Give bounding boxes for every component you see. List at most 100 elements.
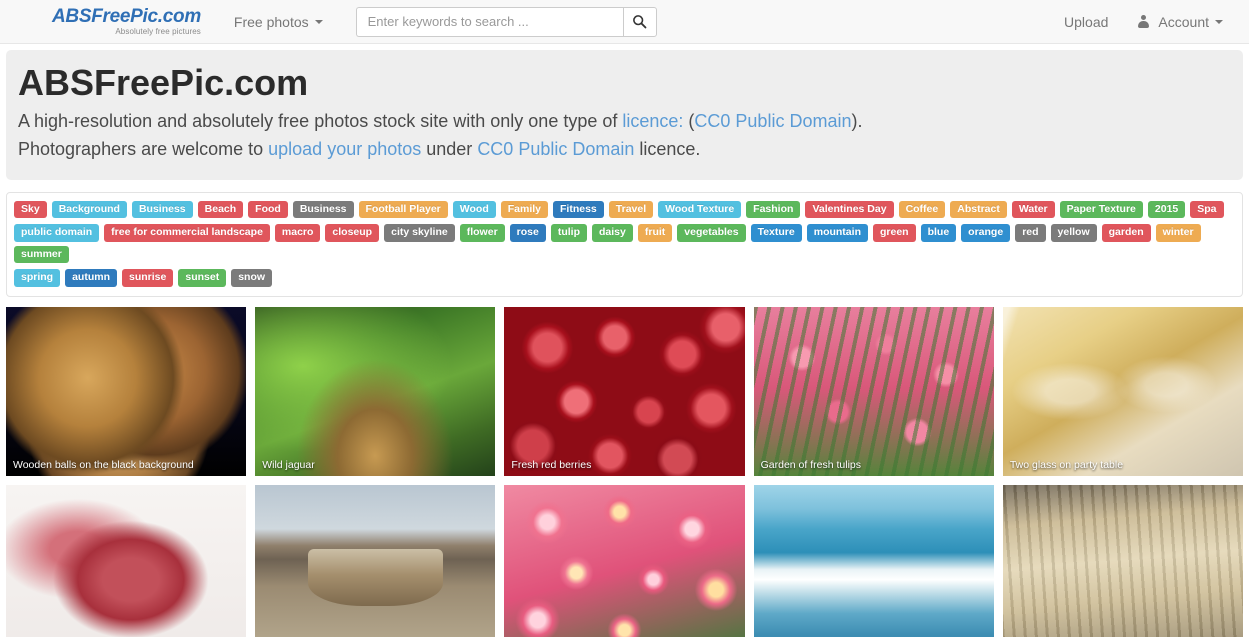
hero-line2-text-mid: under [421,138,478,159]
logo-wordmark: ABSFreePic.com [52,6,201,27]
nav-account-label: Account [1158,13,1209,30]
user-icon [1138,15,1150,28]
tag-travel[interactable]: Travel [608,200,654,219]
hero-line1-text-mid: ( [683,110,695,131]
tag-vegetables[interactable]: vegetables [677,224,746,242]
tag-red[interactable]: red [1015,224,1046,242]
photo-image [255,306,496,476]
tag-wood-texture[interactable]: Wood Texture [658,200,742,219]
cc0-link-1[interactable]: CC0 Public Domain [694,111,851,131]
tag-food[interactable]: Food [248,200,288,219]
tag-fitness[interactable]: Fitness [553,200,604,219]
tag-closeup[interactable]: closeup [325,224,380,242]
photo-image [1002,306,1244,476]
photo-thumbnail[interactable]: Wild jaguar [255,306,496,476]
tag-spa[interactable]: Spa [1190,200,1224,219]
photo-image [1002,484,1244,637]
search-input[interactable] [355,6,623,37]
photo-thumbnail[interactable]: Old rust ship [255,484,496,637]
photo-image [753,306,994,476]
gallery-row: Raw beef isolated on white backgroundOld… [6,484,1244,637]
photo-image [6,484,247,637]
page-title: ABSFreePic.com [18,62,309,103]
search-form [355,6,657,37]
search-icon [633,15,647,29]
photo-thumbnail[interactable]: Garden of fresh tulips [753,306,994,476]
tag-family[interactable]: Family [500,200,549,219]
nav-free-photos[interactable]: Free photos [234,14,323,30]
tag-macro[interactable]: macro [274,224,321,242]
tag-fruit[interactable]: fruit [637,224,673,242]
tag-abstract[interactable]: Abstract [950,200,1007,219]
hero-line2-text-pre: Photographers are welcome to [18,138,269,159]
tag-wood[interactable]: Wood [452,200,496,219]
tag-texture[interactable]: Texture [750,224,802,242]
photo-thumbnail[interactable]: Waves on the blue sea [753,484,994,637]
photo-image [504,484,745,637]
chevron-down-icon [314,19,323,24]
photo-thumbnail[interactable]: Small pink flowers in the morning [504,484,745,637]
tag-autumn[interactable]: autumn [65,269,118,287]
upload-photos-link[interactable]: upload your photos [268,139,421,159]
cc0-link-2[interactable]: CC0 Public Domain [477,139,634,159]
photo-image [504,306,745,476]
photo-image [753,484,994,637]
tag-spring[interactable]: spring [14,269,61,287]
tag-green[interactable]: green [872,224,916,242]
logo-tagline: Absolutely free pictures [115,27,201,36]
tag-paper-texture[interactable]: Paper Texture [1059,200,1143,219]
tag-public-domain[interactable]: public domain [14,224,100,242]
tag-tulip[interactable]: tulip [550,224,588,242]
tag-rose[interactable]: rose [509,224,546,242]
tag-blue[interactable]: blue [920,224,957,242]
tag-mountain[interactable]: mountain [806,224,868,242]
tag-coffee[interactable]: Coffee [898,200,946,219]
tag-garden[interactable]: garden [1101,224,1151,242]
tag-business[interactable]: Business [292,200,354,219]
nav-account[interactable]: Account [1138,14,1223,30]
tag-free-for-commercial-landscape[interactable]: free for commercial landscape [104,224,270,242]
tag-beach[interactable]: Beach [197,200,244,219]
photo-image [255,484,496,637]
chevron-down-icon [1215,19,1223,24]
tag-orange[interactable]: orange [961,224,1011,242]
hero-jumbotron: ABSFreePic.com A high-resolution and abs… [6,50,1243,180]
tag-sky[interactable]: Sky [14,200,47,219]
tag-cloud-panel: Sky Background Business Beach Food Business Fo… [6,191,1243,297]
photo-gallery: Wooden balls on the black background Wild… [6,306,1244,637]
top-navbar: ABSFreePic.com Absolutely free pictures … [0,0,1249,44]
photo-thumbnail[interactable]: Clothes [1002,484,1244,637]
tag-business[interactable]: Business [131,200,193,219]
hero-line-2: Photographers are welcome to upload your… [18,136,1227,164]
licence-link[interactable]: licence: [622,111,683,131]
search-button[interactable] [622,6,657,37]
tag-background[interactable]: Background [51,200,127,219]
photo-thumbnail[interactable]: Two glass on party table [1002,306,1244,476]
photo-thumbnail[interactable]: Wooden balls on the black background [6,306,247,476]
hero-line-1: A high-resolution and absolutely free ph… [18,108,1227,136]
site-logo[interactable]: ABSFreePic.com Absolutely free pictures [52,7,201,36]
tag-fashion[interactable]: Fashion [746,200,801,219]
tag-water[interactable]: Water [1011,200,1055,219]
tag-football-player[interactable]: Football Player [358,200,448,219]
tag-daisy[interactable]: daisy [592,224,633,242]
photo-thumbnail[interactable]: Raw beef isolated on white background [6,484,247,637]
tag-sunrise[interactable]: sunrise [122,269,174,287]
tag-sunset[interactable]: sunset [178,269,227,287]
hero-line2-text-post: licence. [634,138,701,159]
tag-valentines-day[interactable]: Valentines Day [805,200,894,219]
tag-2015[interactable]: 2015 [1147,200,1186,219]
tag-yellow[interactable]: yellow [1050,224,1097,242]
hero-line1-text-pre: A high-resolution and absolutely free ph… [18,110,623,131]
tag-summer[interactable]: summer [14,245,69,264]
tag-row: public domain free for commercial landsca… [14,224,1235,264]
tag-winter[interactable]: winter [1155,224,1201,242]
tag-city-skyline[interactable]: city skyline [384,224,455,242]
photo-image [6,306,247,476]
photo-thumbnail[interactable]: Fresh red berries [504,306,745,476]
hero-line1-text-post: ). [851,110,863,131]
tag-flower[interactable]: flower [459,224,505,242]
nav-upload[interactable]: Upload [1064,14,1108,30]
tag-snow[interactable]: snow [231,269,273,287]
nav-upload-label: Upload [1064,13,1109,30]
